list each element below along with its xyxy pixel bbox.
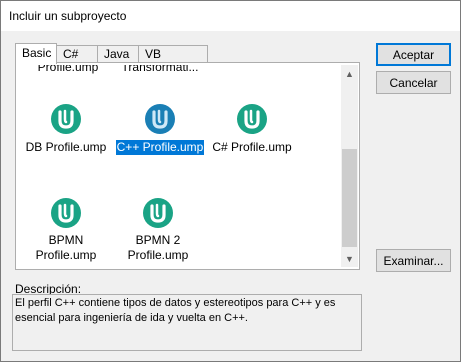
dialog-title: Incluir un subproyecto (9, 9, 127, 23)
item-label-line1: BPMN (48, 233, 84, 247)
scroll-up-icon[interactable]: ▲ (341, 65, 358, 82)
list-item[interactable]: BPMN 2 Profile.ump (110, 233, 206, 263)
browse-button-label: Examinar... (383, 253, 444, 268)
vertical-scrollbar[interactable]: ▲ ▼ (341, 65, 358, 267)
item-label: Profile.ump (37, 65, 99, 74)
tab-java[interactable]: Java (97, 45, 139, 62)
item-label-line2: Profile.ump (35, 248, 97, 262)
template-list[interactable]: Profile.ump Transformati... DB Profile.u… (18, 65, 341, 267)
tab-basic[interactable]: Basic (15, 43, 57, 64)
umodel-icon[interactable] (142, 197, 174, 229)
tab-csharp[interactable]: C# (56, 45, 98, 62)
tab-vb-label: VB (145, 47, 162, 61)
list-item-selected[interactable]: C++ Profile.ump (112, 139, 208, 156)
tab-java-label: Java (104, 47, 130, 61)
accept-button[interactable]: Aceptar (376, 43, 451, 66)
umodel-icon[interactable] (50, 197, 82, 229)
tab-pane: Profile.ump Transformati... DB Profile.u… (15, 62, 360, 270)
item-label-line1: BPMN 2 (135, 233, 181, 247)
browse-button[interactable]: Examinar... (376, 249, 451, 272)
cancel-button-label: Cancelar (389, 75, 438, 90)
item-label: Transformati... (121, 65, 199, 74)
list-item[interactable]: Profile.ump (18, 65, 118, 75)
cancel-button[interactable]: Cancelar (376, 71, 451, 94)
description-text: El perfil C++ contiene tipos de datos y … (12, 294, 362, 351)
list-item[interactable]: Transformati... (110, 65, 210, 75)
item-label: C# Profile.ump (212, 140, 292, 154)
item-label-line2: Profile.ump (127, 248, 189, 262)
list-item[interactable]: BPMN Profile.ump (18, 233, 114, 263)
umodel-icon[interactable] (236, 103, 268, 135)
tab-csharp-label: C# (63, 47, 79, 61)
item-label: DB Profile.ump (25, 140, 107, 154)
list-item[interactable]: C# Profile.ump (204, 140, 300, 155)
item-label: C++ Profile.ump (114, 139, 206, 156)
scroll-thumb[interactable] (342, 149, 357, 247)
include-subproject-dialog: Incluir un subproyecto Basic C# Java VB … (0, 0, 461, 362)
tab-vb[interactable]: VB (138, 45, 208, 62)
tab-basic-label: Basic (22, 46, 52, 60)
scroll-down-icon[interactable]: ▼ (341, 250, 358, 267)
umodel-icon[interactable] (50, 103, 82, 135)
umodel-icon[interactable] (144, 103, 176, 135)
list-item[interactable]: DB Profile.ump (18, 140, 114, 155)
title-bar: Incluir un subproyecto (1, 1, 460, 31)
accept-button-label: Aceptar (392, 47, 435, 62)
